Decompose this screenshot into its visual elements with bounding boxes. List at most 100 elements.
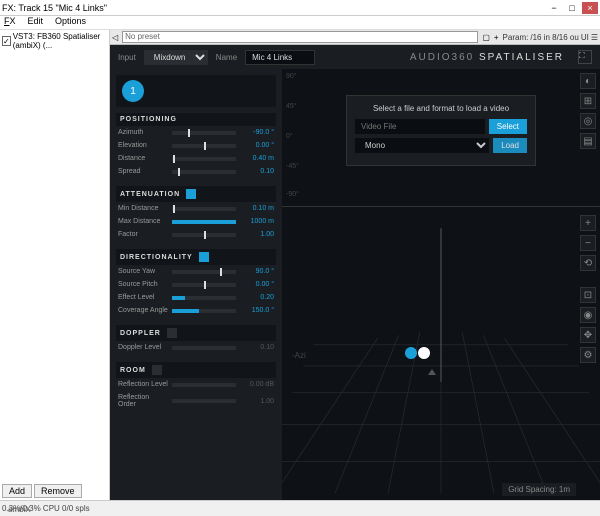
mindist-slider[interactable] [172,207,236,211]
pitch-value[interactable]: 0.00 ° [240,281,274,288]
name-label: Name [216,53,237,62]
coverage-slider[interactable] [172,309,236,313]
preset-bar: ◁ No preset ▢ + Param: /16 in 8/16 ou UI… [110,30,600,45]
listener-marker[interactable] [418,347,430,359]
deg-0: 0° [286,133,293,140]
maxdist-value[interactable]: 1000 m [240,218,274,225]
reflection-level-label: Reflection Level [118,381,168,388]
reflection-level-slider[interactable] [172,383,236,387]
axis-label: -Azi [292,351,306,360]
spread-slider[interactable] [172,170,236,174]
plugin-enable-checkbox[interactable]: ✓ [2,36,11,46]
pan-icon[interactable]: ✥ [580,327,596,343]
status-bar: 0.3%/0.3% CPU 0/0 spls [0,500,600,516]
maximize-button[interactable]: □ [564,2,580,14]
preset-menu-button[interactable]: ☰ [591,33,598,42]
reflection-order-value[interactable]: 1.00 [240,398,274,405]
input-label: Input [118,53,136,62]
deg-m45: -45° [286,163,299,170]
video-dialog: Select a file and format to load a video… [346,95,536,166]
video-mode-select[interactable]: Mono [355,138,489,153]
elevation-value[interactable]: 0.00 ° [240,142,274,149]
doppler-level-slider[interactable] [172,346,236,350]
name-input[interactable] [245,50,315,65]
doppler-level-label: Doppler Level [118,344,168,351]
expand-icon[interactable]: ⛶ [578,50,592,64]
add-button[interactable]: Add [2,484,32,498]
elevation-view[interactable]: 90° 45° 0° -45° -90° Select a file and f… [282,69,600,207]
target-icon[interactable]: ◎ [580,113,596,129]
attenuation-header[interactable]: ATTENUATION [116,186,276,202]
snap-icon[interactable]: ⊡ [580,287,596,303]
menu-options[interactable]: Options [55,16,86,29]
preset-prev-button[interactable]: ◁ [112,33,118,42]
doppler-level-value[interactable]: 0.10 [240,344,274,351]
room-header[interactable]: ROOM [116,362,276,378]
distance-value[interactable]: 0.40 m [240,155,274,162]
azimuth-slider[interactable] [172,131,236,135]
video-file-input[interactable] [355,119,485,134]
directionality-header[interactable]: DIRECTIONALITY [116,249,276,265]
room-toggle[interactable] [152,365,162,375]
coverage-value[interactable]: 150.0 ° [240,307,274,314]
mindist-value[interactable]: 0.10 m [240,205,274,212]
select-button[interactable]: Select [489,119,527,134]
spread-label: Spread [118,168,168,175]
load-button[interactable]: Load [493,138,527,153]
preset-next-button[interactable]: ▢ [482,33,490,42]
contrast-icon[interactable]: ◐ [580,73,596,89]
brand-logo: AUDIO360 SPATIALISER [410,52,564,63]
orbit-icon[interactable]: ◉ [580,307,596,323]
menu-edit[interactable]: Edit [28,16,44,29]
ui-toggle[interactable]: UI [581,33,589,42]
window-titlebar: FX: Track 15 "Mic 4 Links" − □ × [0,0,600,16]
factor-label: Factor [118,231,168,238]
distance-slider[interactable] [172,157,236,161]
azimuth-value[interactable]: -90.0 ° [240,129,274,136]
reflection-order-slider[interactable] [172,399,236,403]
yaw-slider[interactable] [172,270,236,274]
preset-select[interactable]: No preset [122,31,478,43]
plugin-sidebar: ✓ VST3: FB360 Spatialiser (ambiX) (... A… [0,30,110,500]
elevation-slider[interactable] [172,144,236,148]
input-select[interactable]: Mixdown [144,50,208,65]
layers-icon[interactable]: ▤ [580,133,596,149]
source-selector[interactable]: 1 [116,75,276,107]
factor-value[interactable]: 1.00 [240,231,274,238]
effect-slider[interactable] [172,296,236,300]
remove-button[interactable]: Remove [34,484,82,498]
positioning-header: POSITIONING [116,113,276,126]
factor-slider[interactable] [172,233,236,237]
plugin-list-item[interactable]: ✓ VST3: FB360 Spatialiser (ambiX) (... [2,32,107,50]
plugin-name: VST3: FB360 Spatialiser (ambiX) (... [13,32,107,50]
doppler-toggle[interactable] [167,328,177,338]
yaw-value[interactable]: 90.0 ° [240,268,274,275]
directionality-toggle[interactable] [199,252,209,262]
maxdist-slider[interactable] [172,220,236,224]
distance-label: Distance [118,155,168,162]
doppler-header[interactable]: DOPPLER [116,325,276,341]
preset-more-button[interactable]: + [494,33,499,42]
grid-spacing-label[interactable]: Grid Spacing: 1m [502,483,576,496]
reset-view-icon[interactable]: ⟲ [580,255,596,271]
zoom-in-icon[interactable]: + [580,215,596,231]
io-info[interactable]: /16 in 8/16 ou [530,33,578,42]
elevation-label: Elevation [118,142,168,149]
plugin-header: Input Mixdown Name AUDIO360 SPATIALISER … [110,45,600,69]
spread-value[interactable]: 0.10 [240,168,274,175]
settings-icon[interactable]: ⚙ [580,347,596,363]
3d-view[interactable]: -Azi Grid Spacing: 1m + − ⟲ ⊡ ◉ ✥ ⚙ [282,207,600,500]
menu-fx[interactable]: FX [4,16,16,29]
attenuation-toggle[interactable] [186,189,196,199]
grid-3d [282,207,600,493]
reflection-level-value[interactable]: 0.00 dB [240,381,274,388]
maxdist-label: Max Distance [118,218,168,225]
grid-icon[interactable]: ⊞ [580,93,596,109]
source-marker[interactable] [405,347,417,359]
minimize-button[interactable]: − [546,2,562,14]
pitch-slider[interactable] [172,283,236,287]
effect-value[interactable]: 0.20 [240,294,274,301]
zoom-out-icon[interactable]: − [580,235,596,251]
source-ball[interactable]: 1 [122,80,144,102]
close-button[interactable]: × [582,2,598,14]
